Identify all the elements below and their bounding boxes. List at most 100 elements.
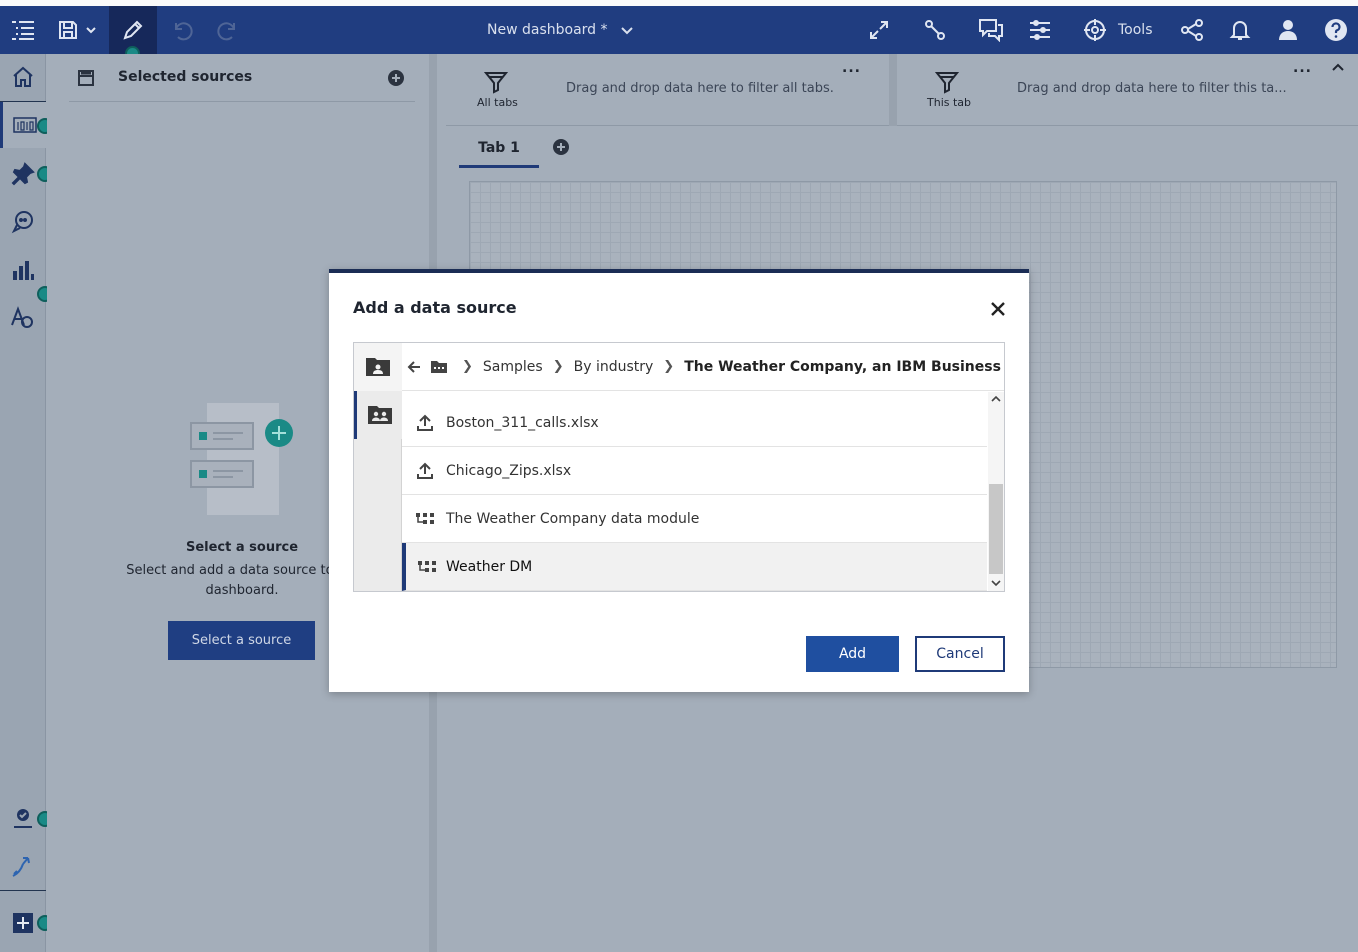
tools-icon-button[interactable] (1080, 6, 1110, 54)
crosshair-icon (1084, 19, 1106, 41)
list-item[interactable]: The Weather Company data module (402, 495, 987, 543)
list-item-label: Weather DM (446, 558, 533, 575)
all-tabs-more-button[interactable]: ... (842, 60, 861, 76)
undo-button[interactable] (166, 6, 198, 54)
data-source-icon (12, 117, 37, 133)
user-button[interactable] (1272, 6, 1304, 54)
share-button[interactable] (1176, 6, 1208, 54)
list-item[interactable]: Boston_311_calls.xlsx (402, 399, 987, 447)
list-item-label: Boston_311_calls.xlsx (446, 414, 599, 431)
navigation-menu-button[interactable] (0, 6, 46, 54)
help-icon (1325, 19, 1347, 41)
close-dialog-button[interactable] (989, 300, 1007, 318)
save-icon (59, 21, 77, 39)
sliders-icon (1030, 20, 1050, 40)
add-data-source-dialog: Add a data source ❯ Samples ❯ By industr… (329, 269, 1029, 692)
chevron-down-icon (86, 27, 96, 34)
list-scrollbar[interactable] (988, 392, 1004, 591)
sources-title: Selected sources (118, 69, 253, 85)
my-content-tab[interactable] (354, 343, 402, 391)
rail-divider (0, 890, 46, 891)
upload-icon (417, 462, 433, 479)
chevron-right-icon: ❯ (462, 359, 473, 374)
empty-sources-illustration (190, 403, 293, 515)
this-tab-hint: Drag and drop data here to filter this t… (1017, 81, 1287, 96)
chat-icon (979, 19, 1003, 42)
this-tab-label: This tab (927, 96, 972, 109)
data-module-icon (418, 560, 436, 572)
rail-home[interactable] (0, 54, 46, 100)
breadcrumb-by-industry[interactable]: By industry (574, 359, 654, 375)
add-tab-icon[interactable] (552, 138, 570, 156)
this-tab-more-button[interactable]: ... (1293, 60, 1312, 76)
tab-1[interactable]: Tab 1 (459, 130, 539, 168)
filter-icon (935, 72, 959, 94)
tools-button[interactable]: Tools (1118, 6, 1153, 54)
list-item-selected[interactable]: Weather DM (402, 543, 987, 591)
list-item-label: Chicago_Zips.xlsx (446, 462, 572, 479)
close-icon (991, 302, 1005, 316)
filter-divider-handle[interactable] (889, 54, 897, 126)
tab-1-label: Tab 1 (478, 139, 520, 156)
connection-button[interactable] (919, 6, 951, 54)
list-item-label: The Weather Company data module (446, 510, 700, 527)
assistant-chat-icon (11, 211, 33, 234)
chevron-right-icon: ❯ (663, 359, 675, 374)
scroll-up-icon[interactable] (988, 392, 1004, 406)
home-icon (13, 66, 33, 87)
folder-team-icon (367, 406, 392, 424)
folder-user-icon (366, 358, 390, 376)
this-tab-filter-bar[interactable]: This tab Drag and drop data here to filt… (897, 54, 1358, 126)
cancel-button[interactable]: Cancel (915, 636, 1005, 672)
properties-button[interactable] (1024, 6, 1056, 54)
upload-icon (417, 414, 433, 431)
content-browser: ❯ Samples ❯ By industry ❯ The Weather Co… (353, 342, 1005, 592)
dashboard-title: New dashboard * (487, 22, 608, 38)
left-rail (0, 54, 53, 952)
rail-plugin[interactable] (0, 844, 46, 890)
add-source-icon[interactable] (387, 69, 405, 87)
all-tabs-filter-bar[interactable]: All tabs Drag and drop data here to filt… (446, 54, 889, 126)
scrollbar-thumb[interactable] (989, 484, 1003, 574)
select-source-button[interactable]: Select a source (168, 621, 315, 660)
pin-icon (11, 162, 35, 186)
chevron-up-icon[interactable] (1331, 60, 1345, 74)
all-tabs-hint: Drag and drop data here to filter all ta… (566, 81, 834, 96)
connection-icon (925, 20, 945, 40)
browser-side-tabs (354, 343, 402, 591)
help-button[interactable] (1320, 6, 1352, 54)
folder-root-icon[interactable] (430, 360, 448, 374)
chevron-right-icon: ❯ (552, 359, 564, 374)
back-arrow-icon[interactable] (407, 360, 421, 374)
redo-icon (217, 22, 235, 41)
pencil-icon (123, 20, 143, 40)
save-button[interactable] (52, 6, 102, 54)
filter-icon (484, 72, 508, 94)
shapes-text-icon (11, 306, 33, 328)
data-module-icon (416, 512, 434, 524)
fullscreen-button[interactable] (864, 6, 894, 54)
notifications-button[interactable] (1225, 6, 1255, 54)
list-item[interactable]: Chicago_Zips.xlsx (402, 447, 987, 495)
comments-button[interactable] (975, 6, 1007, 54)
sources-header: Selected sources (69, 54, 415, 102)
scroll-down-icon[interactable] (988, 576, 1004, 590)
user-check-icon (14, 809, 32, 828)
plugin-icon (12, 857, 30, 877)
add-button[interactable]: Add (806, 636, 899, 672)
redo-button[interactable] (212, 6, 244, 54)
dashboard-title-dropdown[interactable]: New dashboard * (487, 6, 634, 54)
share-icon (1181, 19, 1203, 41)
bell-icon (1229, 21, 1251, 40)
user-icon (1279, 20, 1297, 40)
rail-widgets[interactable] (0, 294, 46, 340)
all-tabs-label: All tabs (477, 96, 518, 109)
rail-visualizations[interactable] (0, 247, 46, 293)
undo-icon (175, 22, 193, 41)
team-content-tab[interactable] (354, 391, 402, 439)
rail-assistant[interactable] (0, 199, 46, 245)
breadcrumb-samples[interactable]: Samples (483, 359, 543, 375)
breadcrumb: ❯ Samples ❯ By industry ❯ The Weather Co… (402, 343, 1004, 391)
app-toolbar: New dashboard * Tools (0, 6, 1358, 61)
file-list: Boston_311_calls.xlsx Chicago_Zips.xlsx … (402, 399, 987, 591)
